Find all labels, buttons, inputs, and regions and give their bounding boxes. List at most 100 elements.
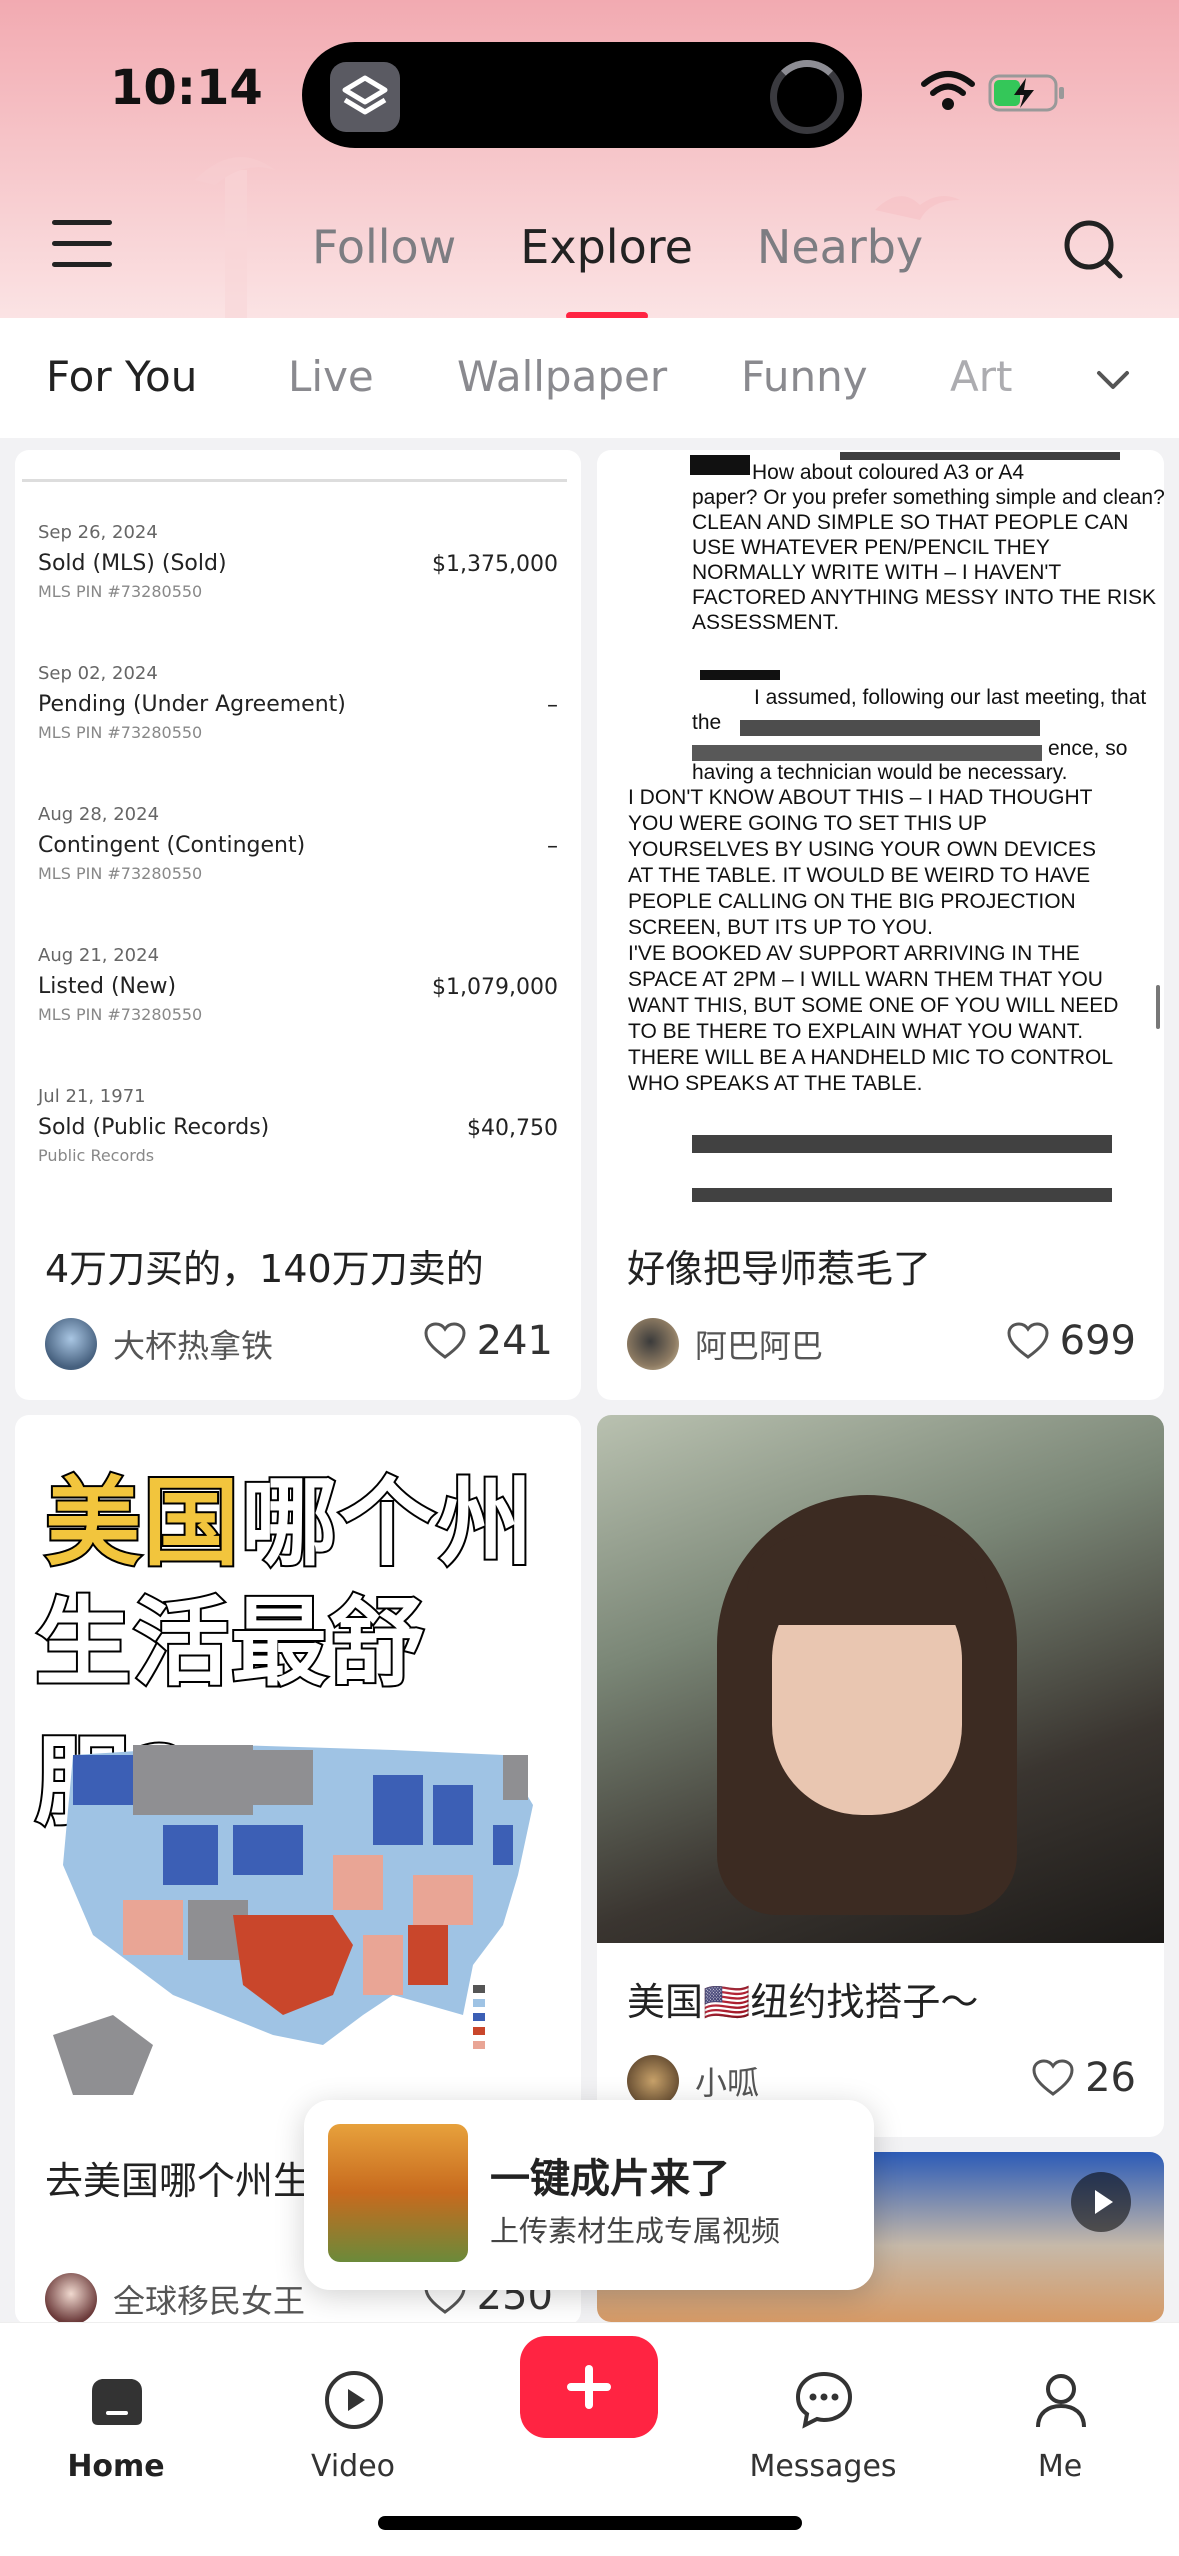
doc-line: the <box>692 711 722 734</box>
map-headline-highlight: 美国 <box>43 1465 241 1581</box>
like-button[interactable]: 26 <box>1031 2055 1136 2101</box>
video-play-icon <box>325 2371 383 2429</box>
card-title: 4万刀买的，140万刀卖的 <box>45 1247 484 1291</box>
doc-line: WANT THIS, BUT SOME ONE OF YOU WILL NEED <box>628 994 1119 1017</box>
like-button[interactable]: 699 <box>1006 1318 1136 1364</box>
loading-spinner-icon <box>770 60 844 134</box>
history-date: Sep 02, 2024 <box>38 663 158 684</box>
chevron-down-icon[interactable] <box>1095 362 1131 398</box>
app-stack-icon <box>330 62 400 132</box>
wifi-icon <box>921 71 975 110</box>
doc-line: YOURSELVES BY USING YOUR OWN DEVICES <box>628 838 1096 861</box>
redaction-mark <box>692 745 1042 761</box>
doc-line: ence, so <box>1048 737 1128 760</box>
doc-line: having a technician would be necessary. <box>692 761 1068 784</box>
card-author[interactable]: 阿巴阿巴 <box>627 1318 823 1370</box>
us-map-image <box>53 1745 533 2095</box>
history-row: Jul 21, 1971 Sold (Public Records) Publi… <box>38 1086 558 1165</box>
category-wallpaper[interactable]: Wallpaper <box>457 352 667 401</box>
document-scrollbar <box>1156 985 1160 1029</box>
card-author[interactable]: 大杯热拿铁 <box>45 1318 273 1370</box>
history-status: Pending (Under Agreement) <box>38 692 346 717</box>
map-headline-rest: 哪个州 <box>239 1465 535 1581</box>
avatar <box>45 2273 97 2325</box>
author-name: 阿巴阿巴 <box>695 1327 824 1365</box>
person-icon <box>1036 2374 1086 2428</box>
like-count: 241 <box>476 1318 553 1364</box>
chat-bubble-icon <box>795 2371 853 2429</box>
tab-follow[interactable]: Follow <box>280 220 488 300</box>
tab-explore[interactable]: Explore <box>488 220 725 300</box>
battery-charging-icon <box>988 74 1064 112</box>
home-icon <box>92 2379 142 2425</box>
redaction-mark <box>690 455 750 475</box>
menu-button[interactable] <box>52 220 112 270</box>
category-bar: For You Live Wallpaper Funny Art <box>0 318 1179 438</box>
history-date: Sep 26, 2024 <box>38 522 158 543</box>
history-price: $40,750 <box>467 1116 558 1141</box>
doc-line: AT THE TABLE. IT WOULD BE WEIRD TO HAVE <box>628 864 1091 887</box>
history-date: Jul 21, 1971 <box>38 1086 146 1107</box>
history-price: $1,079,000 <box>432 975 558 1000</box>
card-title: 去美国哪个州生 <box>45 2159 312 2203</box>
tab-nearby[interactable]: Nearby <box>725 220 955 300</box>
selfie-image <box>597 1415 1164 1943</box>
card-author[interactable]: 全球移民女王 <box>45 2273 305 2325</box>
nav-home-label: Home <box>67 2449 165 2484</box>
doc-line: ASSESSMENT. <box>692 611 840 634</box>
author-name: 小呱 <box>695 2064 760 2102</box>
history-scroll-indicator <box>22 452 567 482</box>
doc-line: SCREEN, BUT ITS UP TO YOU. <box>628 916 933 939</box>
category-art[interactable]: Art <box>950 352 1012 401</box>
history-row: Aug 21, 2024 Listed (New) MLS PIN #73280… <box>38 945 558 1024</box>
doc-line: How about coloured A3 or A4 <box>752 461 1025 484</box>
redaction-mark <box>692 1188 1112 1202</box>
heart-icon <box>1007 1322 1049 1359</box>
promo-popup[interactable]: 一键成片来了 上传素材生成专属视频 <box>304 2100 874 2290</box>
category-live[interactable]: Live <box>288 352 374 401</box>
card-title: 美国🇺🇸纽约找搭子～ <box>627 1980 979 2024</box>
author-name: 大杯热拿铁 <box>113 1327 274 1365</box>
popup-title: 一键成片来了 <box>490 2156 730 2202</box>
history-source: MLS PIN #73280550 <box>38 723 203 742</box>
category-for-you[interactable]: For You <box>46 352 197 401</box>
redaction-mark <box>692 1135 1112 1153</box>
history-price: $1,375,000 <box>432 552 558 577</box>
doc-line: I'VE BOOKED AV SUPPORT ARRIVING IN THE <box>628 942 1080 965</box>
history-source: Public Records <box>38 1146 155 1165</box>
category-funny[interactable]: Funny <box>741 352 868 401</box>
home-indicator <box>378 2516 802 2530</box>
doc-line: USE WHATEVER PEN/PENCIL THEY <box>692 536 1050 559</box>
heart-icon <box>1032 2059 1074 2096</box>
create-post-button[interactable] <box>520 2336 658 2438</box>
feed-card-selfie[interactable]: 美国🇺🇸纽约找搭子～ 小呱 26 <box>597 1415 1164 2137</box>
card-title: 好像把导师惹毛了 <box>627 1247 932 1291</box>
doc-line: WHO SPEAKS AT THE TABLE. <box>628 1072 923 1095</box>
like-count: 699 <box>1059 1318 1136 1364</box>
heart-icon <box>424 1322 466 1359</box>
avatar <box>45 1318 97 1370</box>
menu-icon-bar <box>52 241 112 246</box>
main-tabs: Follow Explore Nearby <box>280 220 955 300</box>
popup-thumbnail <box>328 2124 468 2262</box>
history-source: MLS PIN #73280550 <box>38 582 203 601</box>
play-icon <box>1071 2172 1131 2232</box>
history-date: Aug 28, 2024 <box>38 804 160 825</box>
doc-line: NORMALLY WRITE WITH – I HAVEN'T <box>692 561 1062 584</box>
history-status: Contingent (Contingent) <box>38 833 306 858</box>
doc-line: TO BE THERE TO EXPLAIN WHAT YOU WANT. <box>628 1020 1084 1043</box>
doc-line: FACTORED ANYTHING MESSY INTO THE RISK <box>692 586 1157 609</box>
history-price: – <box>547 834 558 859</box>
redaction-mark <box>700 670 780 680</box>
search-icon[interactable] <box>1062 218 1124 280</box>
like-button[interactable]: 241 <box>423 1318 553 1364</box>
history-date: Aug 21, 2024 <box>38 945 160 966</box>
history-source: MLS PIN #73280550 <box>38 864 203 883</box>
doc-line: PEOPLE CALLING ON THE BIG PROJECTION <box>628 890 1076 913</box>
menu-icon-bar <box>52 220 112 225</box>
doc-line: THERE WILL BE A HANDHELD MIC TO CONTROL <box>628 1046 1114 1069</box>
doc-line: SPACE AT 2PM – I WILL WARN THEM THAT YOU <box>628 968 1103 991</box>
doc-line: CLEAN AND SIMPLE SO THAT PEOPLE CAN <box>692 511 1129 534</box>
avatar <box>627 1318 679 1370</box>
nav-me-label: Me <box>1037 2449 1083 2484</box>
